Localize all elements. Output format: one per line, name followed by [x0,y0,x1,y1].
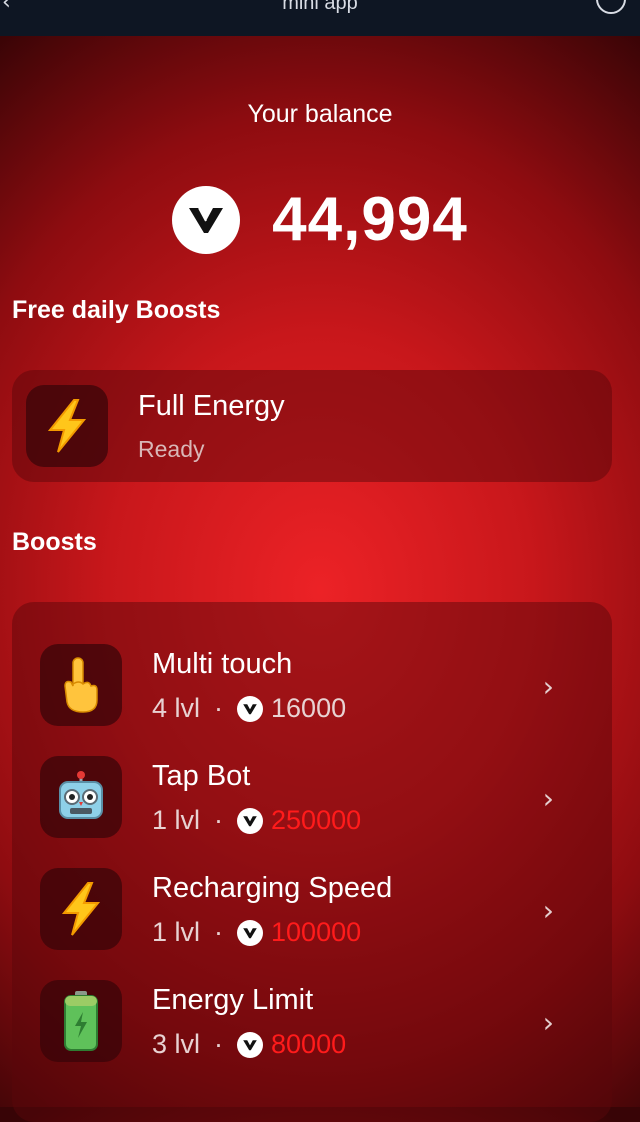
chevron-right-icon: › [542,782,554,815]
app-title: mini app [282,0,358,14]
boost-title: Recharging Speed [152,872,393,904]
chevron-right-icon: › [542,670,554,703]
free-boosts-title: Free daily Boosts [12,296,221,324]
balance-row: 44,994 [0,184,640,255]
full-energy-status: Ready [138,436,205,462]
full-energy-title: Full Energy [138,390,285,422]
full-energy-card[interactable]: Full Energy Ready [12,370,612,482]
chevron-right-icon: › [542,1006,554,1039]
boost-price: 80000 [271,1029,347,1059]
top-bar: ‹ mini app [0,0,640,36]
separator-dot: · [214,1029,224,1059]
balance-label: Your balance [247,100,393,128]
coin-icon [172,185,241,254]
boost-title: Multi touch [152,648,293,680]
boost-title: Energy Limit [152,984,314,1016]
boosts-card: Multi touch 4 lvl · 16000 › Tap Bot 1 lv… [12,602,612,1122]
lightning-icon [26,385,108,467]
boost-level: 3 lvl [152,1029,201,1059]
boost-item-energy-limit[interactable]: Energy Limit 3 lvl · 80000 › [12,938,612,1062]
balance-value: 44,994 [272,185,468,254]
boost-meta: 3 lvl · 80000 [152,1029,346,1060]
battery-icon [40,980,122,1062]
coin-icon [237,1031,264,1058]
boost-title: Tap Bot [152,760,251,792]
boost-item-recharging-speed[interactable]: Recharging Speed 1 lvl · 100000 › [12,826,612,950]
boost-item-tap-bot[interactable]: Tap Bot 1 lvl · 250000 › [12,714,612,838]
boosts-title: Boosts [12,528,97,556]
chevron-right-icon: › [542,894,554,927]
boost-item-multi-touch[interactable]: Multi touch 4 lvl · 16000 › [12,602,612,726]
